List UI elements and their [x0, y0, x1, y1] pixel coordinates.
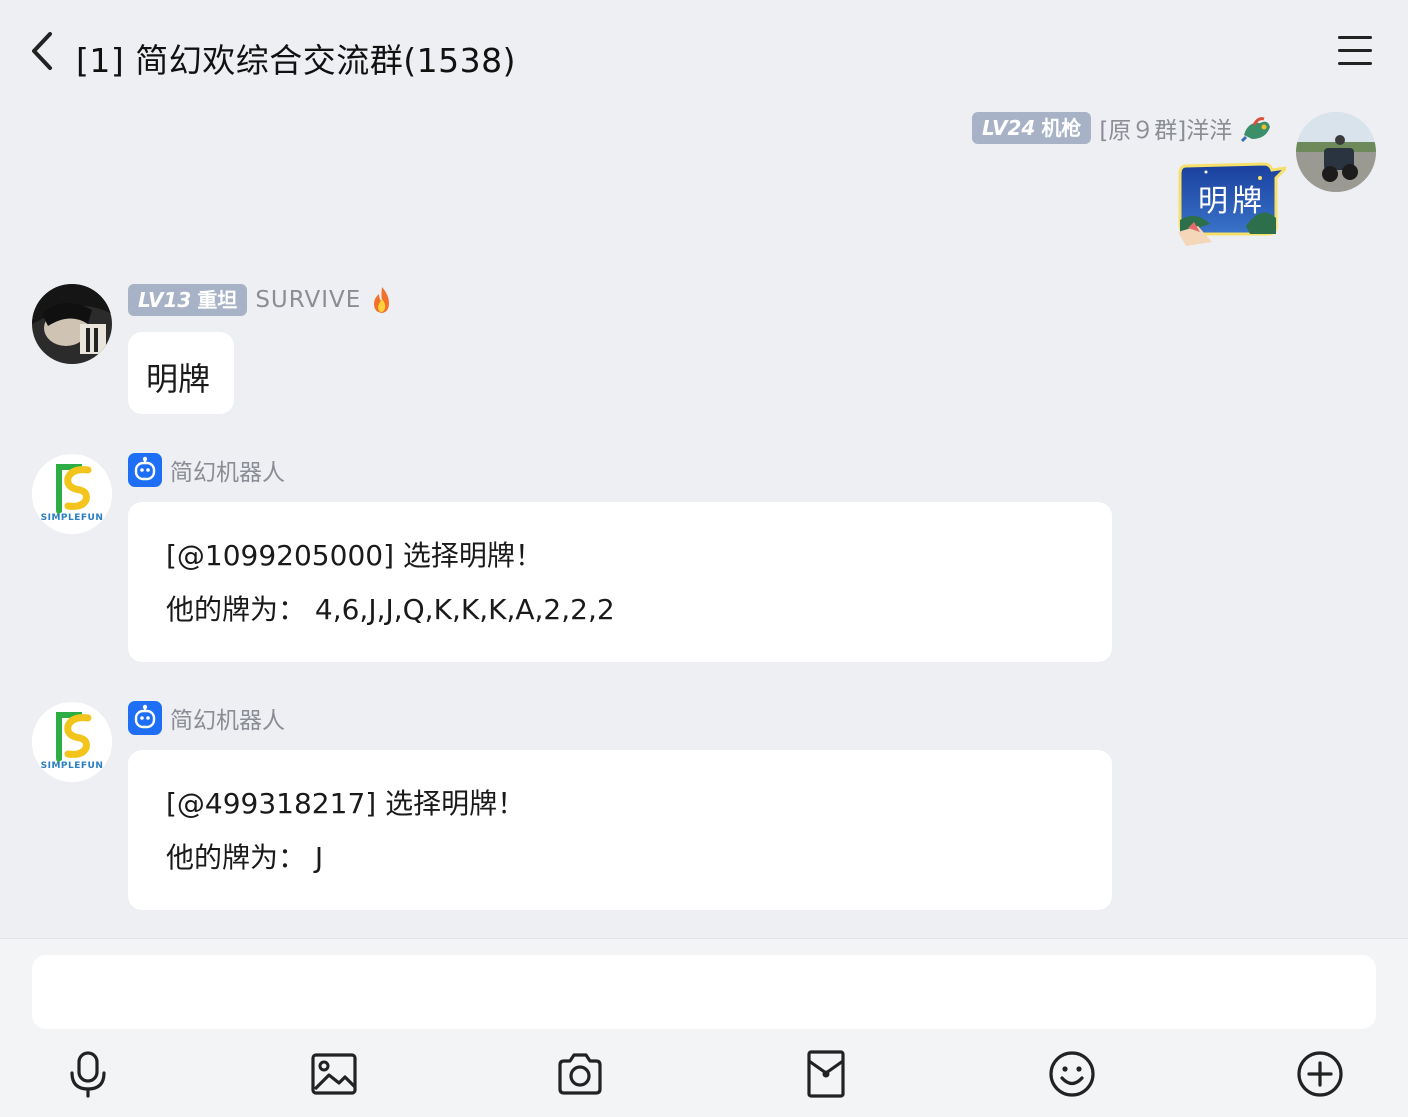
emoji-icon[interactable]	[1047, 1049, 1097, 1099]
message-input[interactable]	[32, 955, 1376, 1029]
sender-name: SURVIVE	[255, 287, 362, 313]
sender-info: LV13 重坦 SURVIVE	[128, 284, 395, 316]
sender-name: [原９群]洋洋	[1099, 118, 1233, 144]
sender-info: 简幻机器人	[128, 453, 285, 487]
image-icon[interactable]	[309, 1049, 359, 1099]
sticker-image[interactable]: 明牌	[1176, 160, 1286, 248]
message-bubble[interactable]: [@499318217] 选择明牌！ 他的牌为： J	[128, 750, 1112, 910]
camera-icon[interactable]	[555, 1049, 605, 1099]
robot-icon	[128, 453, 162, 487]
chat-header: [1] 简幻欢综合交流群(1538)	[0, 0, 1408, 100]
message-line-1: [@499318217] 选择明牌！	[166, 787, 526, 820]
chat-title: [1] 简幻欢综合交流群(1538)	[76, 41, 516, 80]
red-packet-icon[interactable]	[801, 1049, 851, 1099]
input-bar	[0, 938, 1408, 1117]
plus-icon[interactable]	[1295, 1049, 1345, 1099]
sender-info: LV24 机枪 [原９群]洋洋	[972, 112, 1274, 144]
level-badge: LV24 机枪	[972, 112, 1092, 144]
message-line-1: [@1099205000] 选择明牌！	[166, 539, 543, 572]
sender-name: 简幻机器人	[170, 708, 285, 734]
bot-avatar[interactable]: SIMPLEFUN	[32, 454, 112, 534]
dragon-emblem-icon	[1241, 117, 1271, 143]
message-text: 明牌	[146, 360, 211, 398]
avatar[interactable]	[1296, 112, 1376, 192]
robot-icon	[128, 701, 162, 735]
logo-text: SIMPLEFUN	[40, 513, 104, 523]
bot-avatar[interactable]: SIMPLEFUN	[32, 702, 112, 782]
message-line-2: 他的牌为： J	[166, 841, 324, 874]
sticker-text: 明牌	[1198, 184, 1266, 219]
message-line-2: 他的牌为： 4,6,J,J,Q,K,K,K,A,2,2,2	[166, 593, 615, 626]
message-bubble[interactable]: [@1099205000] 选择明牌！ 他的牌为： 4,6,J,J,Q,K,K,…	[128, 502, 1112, 662]
avatar[interactable]	[32, 284, 112, 364]
menu-icon[interactable]	[1338, 34, 1374, 66]
sender-info: 简幻机器人	[128, 701, 285, 735]
level-badge: LV13 重坦	[128, 284, 248, 316]
sender-name: 简幻机器人	[170, 460, 285, 486]
mic-icon[interactable]	[63, 1049, 113, 1099]
back-arrow-icon[interactable]	[28, 30, 60, 72]
logo-text: SIMPLEFUN	[40, 761, 104, 771]
fire-icon	[374, 287, 390, 313]
message-bubble[interactable]: 明牌	[128, 332, 234, 414]
